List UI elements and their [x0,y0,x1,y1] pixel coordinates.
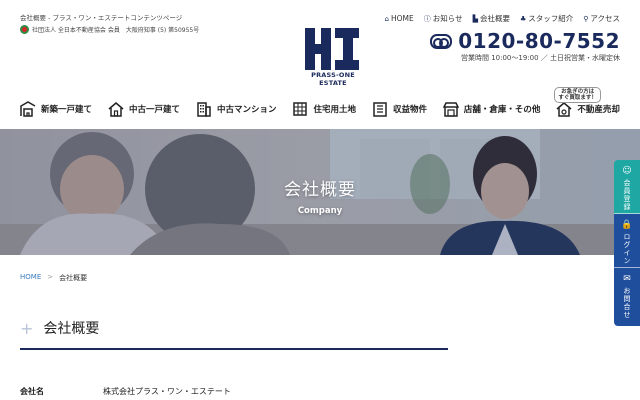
hero-banner: 会社概要 Company [0,129,640,255]
breadcrumb-current: 会社概要 [59,274,88,282]
association-logo-icon [20,25,29,34]
topnav-company-label: 会社概要 [479,14,510,23]
login-label: ログイン [623,233,631,265]
row-value: 株式会社プラス・ワン・エステート [103,387,231,396]
section-divider [20,348,448,350]
logo-text: PRASS-ONE ESTATE [303,71,363,87]
nav-sell[interactable]: お急ぎの方は すぐ買取ます！ 不動産売却 [554,87,620,117]
income-property-icon [373,102,387,117]
section-title: 会社概要 [43,321,100,337]
nav-used-house[interactable]: 中古一戸建て [108,101,180,117]
contact-tab[interactable]: ✉ お問合せ [614,268,640,326]
nav-apartment[interactable]: 中古マンション [196,101,277,117]
topnav-news[interactable]: ⓘ お知らせ [424,13,463,24]
logo-text-line2: ESTATE [319,78,347,87]
home-icon: ⌂ [384,14,389,23]
member-register-tab[interactable]: ☺ 会員登録 [614,160,640,214]
topnav-home-label: HOME [390,14,414,23]
breadcrumb-home-link[interactable]: HOME [20,273,41,283]
building-icon: ▙ [472,14,478,23]
login-tab[interactable]: 🔒 ログイン [614,214,640,268]
info-icon: ⓘ [423,14,431,23]
nav-new-house-label: 新築一戸建て [41,105,93,115]
sell-speech-bubble: お急ぎの方は すぐ買取ます！ [554,87,601,103]
mail-icon: ✉ [623,274,631,284]
topnav-staff[interactable]: ♣ スタッフ紹介 [520,13,573,24]
land-icon [293,102,308,116]
member-register-label: 会員登録 [623,179,631,211]
sell-bubble-line2: すぐ買取ます！ [558,95,597,101]
nav-income-property-label: 収益物件 [392,105,427,115]
nav-land-label: 住宅用土地 [313,105,356,115]
main-nav: 新築一戸建て 中古一戸建て 中古マンション 住宅用土地 収益物件 店舗・倉庫・そ… [20,87,620,120]
plus-icon: + [20,318,34,338]
nav-sell-label: 不動産売却 [577,105,620,115]
topnav-access[interactable]: ⚲ アクセス [583,13,620,24]
table-row: 会社名 株式会社プラス・ワン・エステート [20,386,231,397]
nav-store-label: 店舗・倉庫・その他 [463,105,541,115]
side-tabs: ☺ 会員登録 🔒 ログイン ✉ お問合せ [614,160,640,326]
topnav-company[interactable]: ▙ 会社概要 [473,13,510,24]
business-hours: 営業時間 10:00～19:00 ／ 土日祝営業・水曜定休 [460,54,620,62]
nav-income-property[interactable]: 収益物件 [372,101,427,117]
nav-used-house-label: 中古一戸建て [128,105,180,115]
hero-title: 会社概要 [284,180,356,200]
site-tagline: 会社概要 - プラス・ワン・エステートコンテンツページ [20,14,183,22]
phone-number[interactable]: 0120-80-7552 [458,29,620,53]
user-plus-icon: ☺ [622,166,632,176]
store-icon [442,102,459,117]
apartment-icon [197,102,211,117]
breadcrumb: HOME > 会社概要 [20,273,87,283]
topnav-home[interactable]: ⌂ HOME [384,13,413,24]
association-info: 社団法人 全日本不動産協会 会員 大阪府知事 (5) 第50955号 [20,25,199,34]
topnav-staff-label: スタッフ紹介 [528,14,574,23]
breadcrumb-separator: > [47,273,54,281]
contact-label: お問合せ [623,287,631,319]
lock-icon: 🔒 [621,220,633,230]
top-nav: ⌂ HOME ⓘ お知らせ ▙ 会社概要 ♣ スタッフ紹介 ⚲ アクセス [384,13,620,24]
topnav-news-label: お知らせ [432,14,463,23]
pin-icon: ⚲ [583,14,589,23]
used-house-icon [108,102,124,117]
section-heading: + 会社概要 [20,318,99,338]
freedial-icon [430,33,453,49]
row-label: 会社名 [20,387,44,396]
phone-block[interactable]: 0120-80-7552 [430,29,620,53]
hero-subtitle: Company [297,206,343,216]
association-text: 社団法人 全日本不動産協会 会員 大阪府知事 (5) 第50955号 [32,27,200,34]
nav-new-house[interactable]: 新築一戸建て [20,101,92,117]
site-logo[interactable]: PRASS-ONE ESTATE [303,28,363,86]
topnav-access-label: アクセス [590,14,620,23]
logo-mark-icon [305,28,359,70]
new-house-icon [20,101,36,117]
staff-icon: ♣ [519,14,527,23]
nav-store[interactable]: 店舗・倉庫・その他 [442,101,541,117]
nav-apartment-label: 中古マンション [216,105,277,115]
sell-icon [556,102,572,117]
nav-land[interactable]: 住宅用土地 [292,101,356,117]
